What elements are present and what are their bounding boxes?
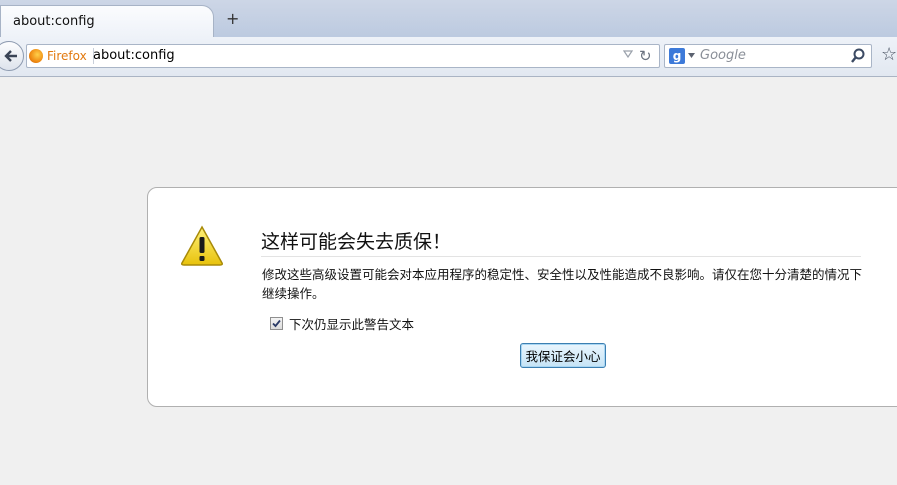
search-engine-dropdown-icon[interactable] xyxy=(688,53,695,58)
warning-title: 这样可能会失去质保！ xyxy=(261,227,861,257)
new-tab-button[interactable]: + xyxy=(226,11,239,27)
search-magnifier-icon[interactable] xyxy=(851,48,865,64)
warning-triangle-icon xyxy=(181,225,223,266)
tab-about-config[interactable]: about:config xyxy=(0,5,214,38)
show-warning-checkbox-row[interactable]: 下次仍显示此警告文本 xyxy=(270,314,414,333)
tab-title: about:config xyxy=(13,14,95,29)
confirm-careful-button[interactable]: 我保证会小心 xyxy=(520,343,606,368)
checkmark-icon xyxy=(272,319,281,328)
identity-box[interactable]: Firefox xyxy=(29,47,94,65)
warning-panel: 这样可能会失去质保！ 修改这些高级设置可能会对本应用程序的稳定性、安全性以及性能… xyxy=(147,187,897,407)
tab-strip: about:config + xyxy=(0,0,897,38)
url-bar[interactable]: Firefox about:config ↻ xyxy=(26,44,660,68)
url-text[interactable]: about:config xyxy=(93,48,175,63)
dropdown-icon[interactable] xyxy=(623,50,633,58)
checkbox-label[interactable]: 下次仍显示此警告文本 xyxy=(289,314,414,333)
show-warning-checkbox[interactable] xyxy=(270,317,283,330)
back-arrow-icon xyxy=(4,50,17,62)
reload-icon[interactable]: ↻ xyxy=(639,47,652,65)
back-button[interactable] xyxy=(0,41,24,71)
search-input[interactable]: Google xyxy=(700,48,746,63)
navigation-toolbar: Firefox about:config ↻ g Google ☆ xyxy=(0,37,897,77)
firefox-logo-icon xyxy=(29,49,43,63)
identity-label: Firefox xyxy=(47,49,87,63)
warning-description: 修改这些高级设置可能会对本应用程序的稳定性、安全性以及性能造成不良影响。请仅在您… xyxy=(262,267,863,301)
search-bar[interactable]: g Google xyxy=(664,44,872,68)
google-icon[interactable]: g xyxy=(669,48,685,64)
bookmark-star-icon[interactable]: ☆ xyxy=(881,45,897,65)
